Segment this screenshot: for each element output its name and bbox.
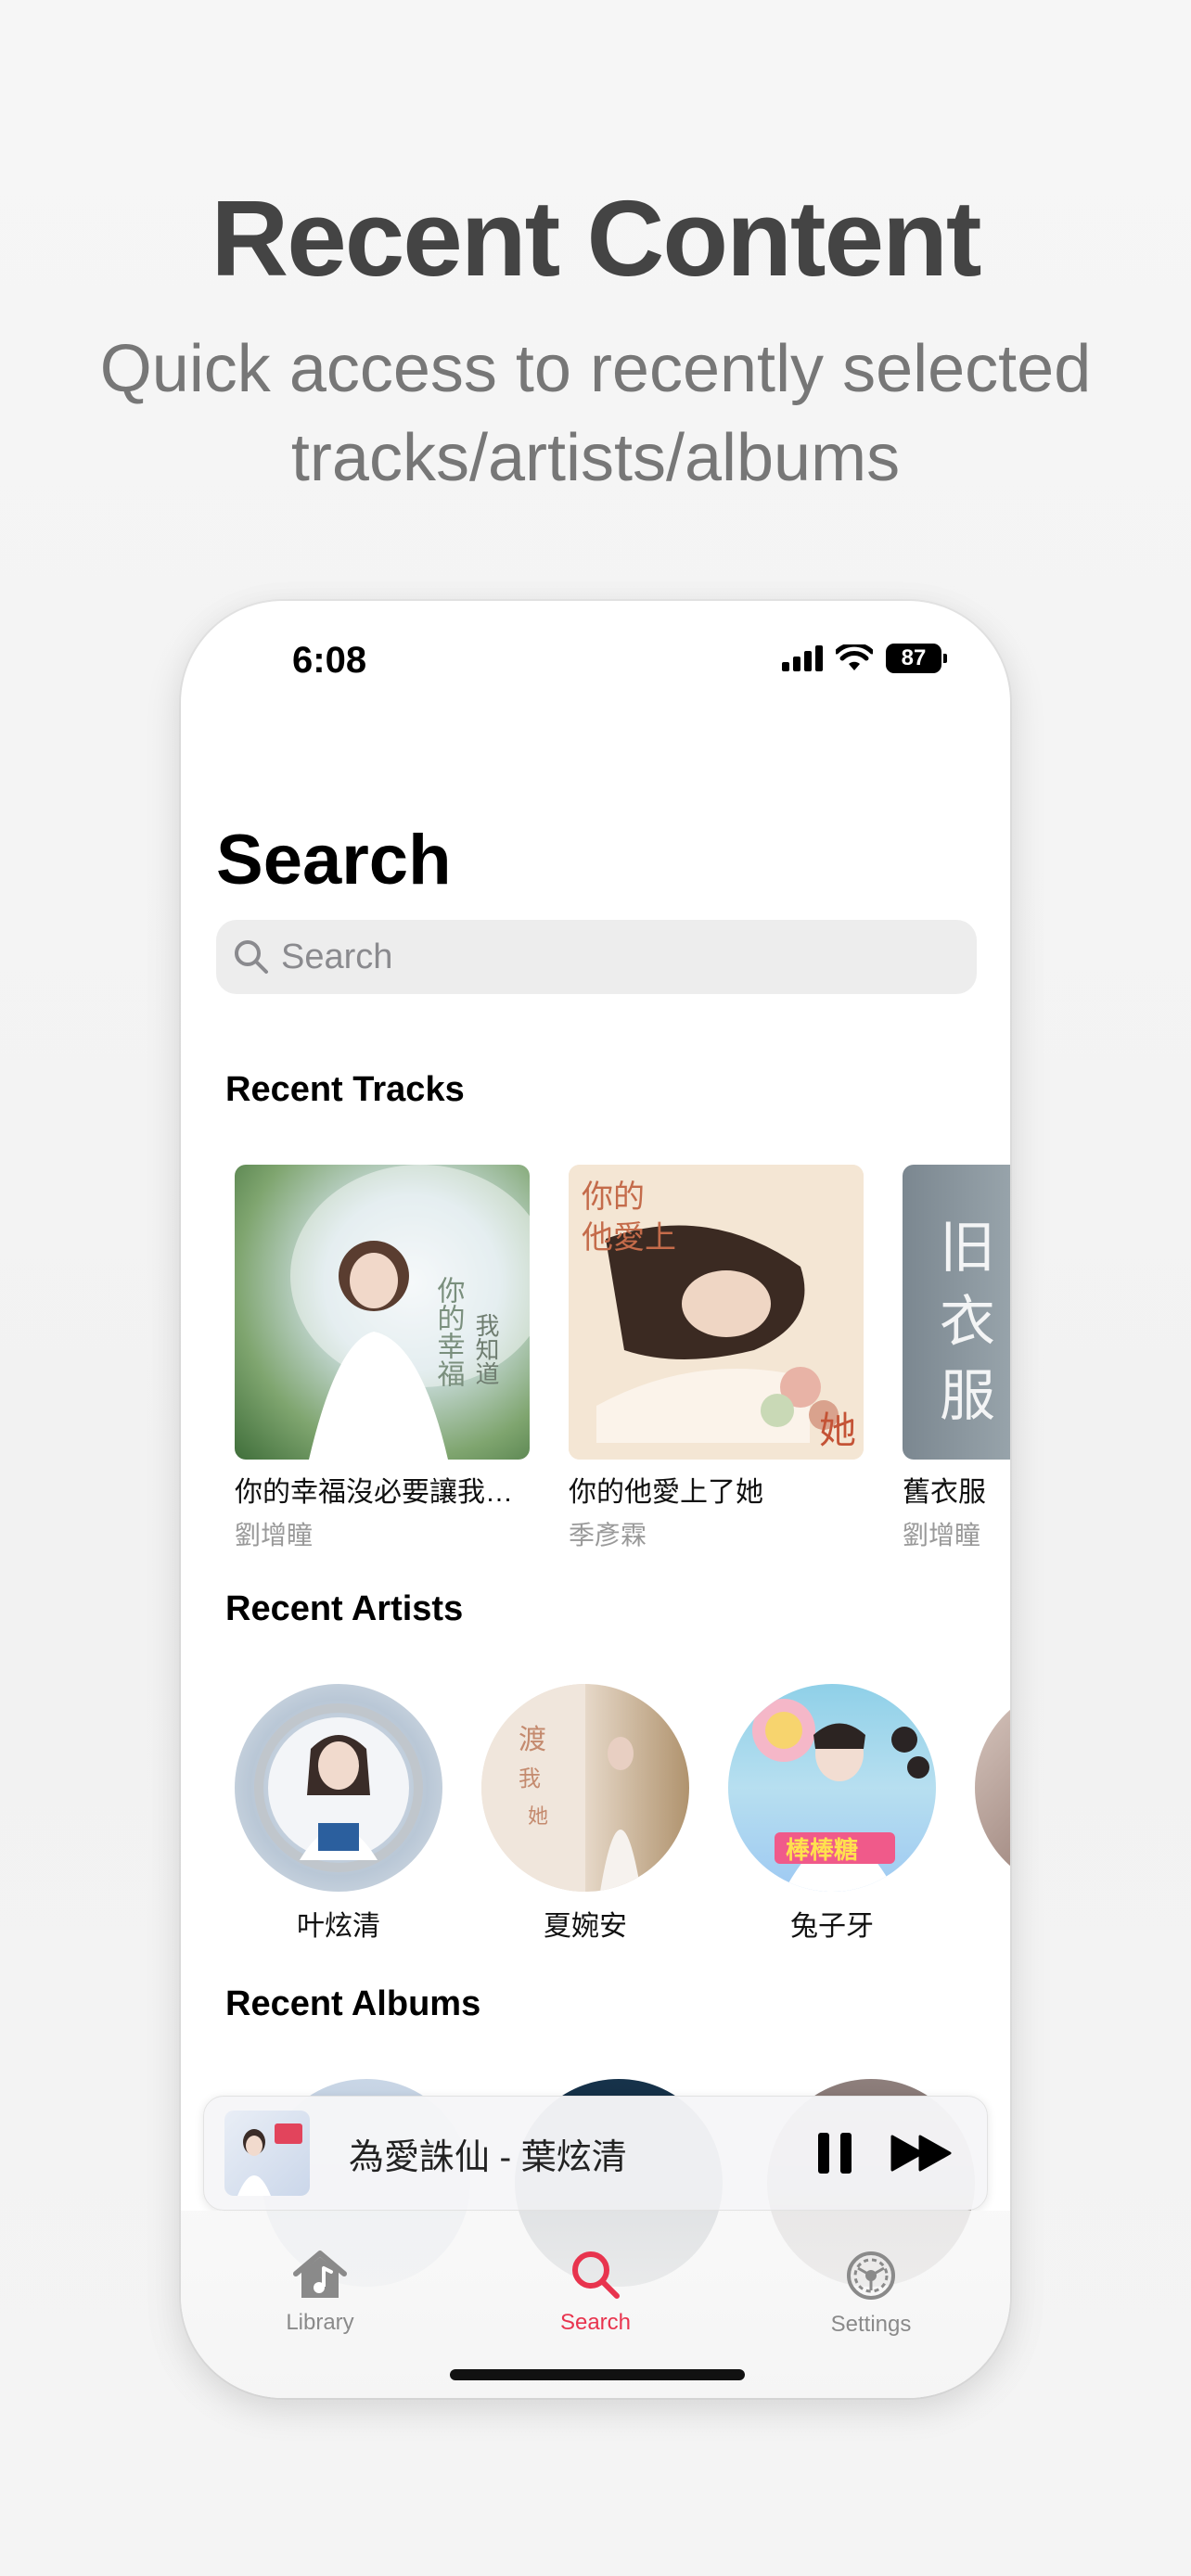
tab-search[interactable]: Search bbox=[503, 2248, 688, 2336]
artist-avatar: 棒棒糖 bbox=[728, 1684, 936, 1892]
svg-text:你的: 你的 bbox=[582, 1179, 645, 1216]
promo-subline: Quick access to recently selected tracks… bbox=[99, 332, 1092, 495]
recent-artists-list: 叶炫清 渡 我 她 夏婉安 棒棒糖 兔子牙 bbox=[235, 1684, 1010, 1944]
track-card[interactable]: 旧 衣 服 舊衣服 劉增瞳 bbox=[903, 1165, 1010, 1552]
artist-avatar-image: 棒棒糖 bbox=[752, 1699, 929, 1892]
track-card[interactable]: 你的 他愛上 她 你的他愛上了她 季彥霖 bbox=[569, 1165, 864, 1552]
artist-item[interactable] bbox=[975, 1684, 1010, 1944]
artist-name: 叶炫清 bbox=[297, 1911, 380, 1942]
track-card[interactable]: 你的幸福 我知道 你的幸福沒必要讓我… 劉增瞳 bbox=[235, 1165, 530, 1552]
svg-text:他愛上: 他愛上 bbox=[582, 1219, 676, 1256]
artist-item[interactable]: 渡 我 她 夏婉安 bbox=[481, 1684, 689, 1944]
tab-label: Search bbox=[559, 2310, 632, 2335]
now-playing-artwork-image bbox=[237, 2123, 302, 2196]
recent-albums-heading: Recent Albums bbox=[225, 1984, 481, 2023]
track-artwork-image: 旧 衣 服 bbox=[940, 1216, 995, 1429]
svg-text:棒棒糖: 棒棒糖 bbox=[786, 1836, 858, 1865]
artist-item[interactable]: 叶炫清 bbox=[235, 1684, 442, 1944]
artist-avatar-image: 渡 我 她 bbox=[481, 1684, 641, 1892]
track-title: 舊衣服 bbox=[903, 1477, 986, 1508]
library-icon bbox=[293, 2251, 347, 2298]
track-artwork: 你的 他愛上 她 bbox=[569, 1165, 864, 1460]
track-title: 你的幸福沒必要讓我… bbox=[235, 1477, 513, 1508]
track-artist: 劉增瞳 bbox=[903, 1521, 981, 1549]
track-artwork: 你的幸福 我知道 bbox=[235, 1165, 530, 1460]
artist-name: 兔子牙 bbox=[790, 1911, 874, 1942]
pause-button[interactable] bbox=[798, 2116, 872, 2190]
now-playing-title: 為愛誅仙 - 葉炫清 bbox=[349, 2137, 627, 2177]
svg-text:她: 她 bbox=[528, 1805, 548, 1829]
wifi-icon bbox=[836, 644, 873, 670]
svg-text:渡: 渡 bbox=[519, 1724, 546, 1756]
search-icon bbox=[235, 940, 268, 974]
artist-avatar-image bbox=[254, 1703, 423, 1872]
recent-artists-heading: Recent Artists bbox=[225, 1589, 464, 1628]
page-title: Search bbox=[216, 821, 452, 899]
track-title: 你的他愛上了她 bbox=[569, 1477, 763, 1508]
skip-forward-button[interactable] bbox=[885, 2116, 959, 2190]
settings-gear-icon bbox=[847, 2251, 895, 2300]
status-time: 6:08 bbox=[292, 640, 367, 681]
artist-name: 夏婉安 bbox=[544, 1911, 627, 1942]
artist-avatar: 渡 我 她 bbox=[481, 1684, 689, 1892]
svg-text:衣: 衣 bbox=[940, 1290, 995, 1355]
svg-text:你的幸福: 你的幸福 bbox=[432, 1276, 466, 1387]
battery-icon: 87 bbox=[886, 644, 947, 673]
mini-player[interactable]: 為愛誅仙 - 葉炫清 bbox=[203, 2096, 988, 2211]
recent-tracks-list: 你的幸福 我知道 你的幸福沒必要讓我… 劉增瞳 你的 他愛上 她 你的他愛上了她… bbox=[235, 1165, 1010, 1552]
recent-tracks-heading: Recent Tracks bbox=[225, 1070, 465, 1109]
phone-screen: 6:08 87 Search Recent Tracks bbox=[181, 601, 1010, 2398]
svg-text:我: 我 bbox=[519, 1766, 541, 1792]
skip-forward-icon bbox=[890, 2135, 952, 2172]
svg-text:我知道: 我知道 bbox=[471, 1313, 499, 1385]
svg-text:她: 她 bbox=[819, 1409, 856, 1452]
promo-headline: Recent Content bbox=[211, 178, 981, 299]
tab-library[interactable]: Library bbox=[227, 2248, 413, 2336]
track-artwork-image: 你的 他愛上 她 bbox=[569, 1165, 864, 1460]
track-artwork-image: 你的幸福 我知道 bbox=[290, 1165, 530, 1460]
home-indicator[interactable] bbox=[450, 2369, 745, 2380]
track-artist: 季彥霖 bbox=[569, 1521, 647, 1549]
search-bar[interactable] bbox=[216, 920, 977, 994]
track-artist: 劉增瞳 bbox=[235, 1521, 314, 1549]
track-artwork: 旧 衣 服 bbox=[903, 1165, 1010, 1460]
tab-label: Settings bbox=[830, 2312, 912, 2337]
artist-avatar bbox=[975, 1684, 1010, 1892]
search-input[interactable] bbox=[281, 937, 930, 977]
artist-item[interactable]: 棒棒糖 兔子牙 bbox=[728, 1684, 936, 1944]
tab-settings[interactable]: Settings bbox=[778, 2248, 964, 2338]
artist-avatar bbox=[235, 1684, 442, 1892]
now-playing-artwork bbox=[224, 2111, 310, 2196]
tab-label: Library bbox=[286, 2310, 354, 2335]
tab-bar: Library Search Settings bbox=[181, 2211, 1010, 2398]
svg-text:服: 服 bbox=[940, 1364, 995, 1429]
search-icon bbox=[572, 2251, 620, 2299]
cellular-signal-icon bbox=[782, 645, 823, 671]
pause-icon bbox=[818, 2133, 852, 2174]
svg-text:旧: 旧 bbox=[940, 1216, 995, 1281]
status-icons: 87 bbox=[782, 644, 947, 673]
